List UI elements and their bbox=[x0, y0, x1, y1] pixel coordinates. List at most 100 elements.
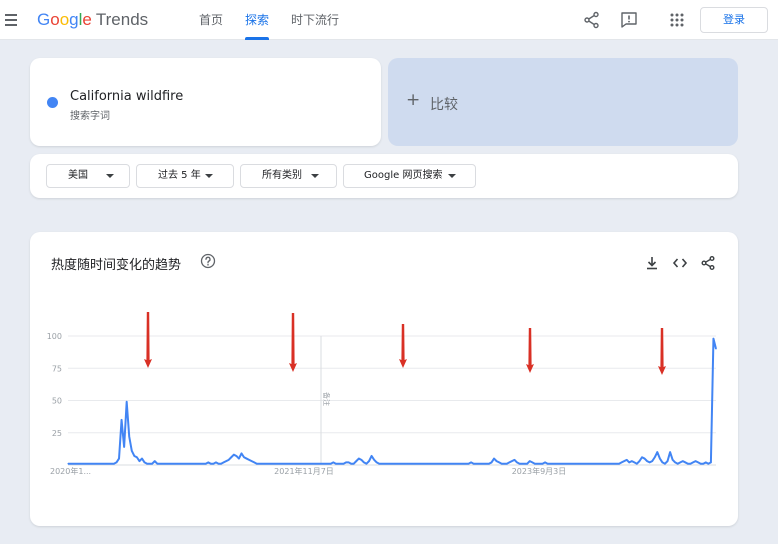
data-point bbox=[631, 460, 633, 462]
data-point bbox=[131, 450, 133, 452]
data-point bbox=[92, 463, 95, 465]
data-point bbox=[337, 463, 340, 465]
data-point bbox=[439, 463, 442, 465]
data-point bbox=[281, 463, 283, 465]
data-point bbox=[424, 463, 426, 465]
data-point bbox=[643, 457, 646, 460]
data-point bbox=[623, 460, 625, 462]
data-point bbox=[506, 463, 508, 465]
data-point bbox=[529, 460, 531, 462]
data-point bbox=[118, 457, 120, 460]
data-point bbox=[166, 463, 169, 465]
red-arrow-annotation bbox=[144, 312, 152, 368]
data-point bbox=[327, 463, 329, 465]
data-point bbox=[238, 457, 240, 460]
data-point bbox=[87, 463, 90, 465]
data-point bbox=[376, 461, 378, 464]
data-point bbox=[422, 463, 424, 465]
data-point bbox=[580, 463, 582, 465]
data-point bbox=[217, 463, 220, 465]
data-point bbox=[411, 463, 414, 465]
data-point bbox=[585, 463, 587, 465]
data-point bbox=[75, 463, 77, 465]
data-point bbox=[205, 463, 207, 465]
y-tick-label: 100 bbox=[47, 332, 62, 341]
red-arrow-annotation bbox=[289, 313, 297, 372]
data-point bbox=[661, 461, 664, 464]
data-point bbox=[386, 463, 388, 465]
data-point bbox=[340, 463, 342, 465]
data-point bbox=[245, 457, 248, 460]
data-point bbox=[289, 463, 291, 465]
data-point bbox=[694, 460, 697, 462]
data-point bbox=[149, 463, 151, 465]
data-point bbox=[554, 463, 556, 465]
data-point bbox=[169, 463, 171, 465]
data-point bbox=[312, 463, 314, 465]
data-point bbox=[572, 463, 574, 465]
data-point bbox=[322, 463, 324, 465]
data-point bbox=[562, 463, 564, 465]
data-point bbox=[539, 463, 541, 465]
data-point bbox=[429, 463, 431, 465]
data-point bbox=[633, 461, 635, 464]
data-point bbox=[393, 463, 396, 465]
data-point bbox=[666, 460, 669, 462]
data-point bbox=[138, 460, 141, 462]
data-point bbox=[225, 460, 227, 462]
data-point bbox=[513, 459, 516, 461]
data-point bbox=[309, 463, 311, 465]
data-point bbox=[434, 463, 436, 465]
data-point bbox=[416, 463, 419, 465]
y-tick-label: 50 bbox=[52, 397, 62, 406]
data-point bbox=[268, 463, 271, 465]
data-point bbox=[391, 463, 393, 465]
data-point bbox=[475, 463, 477, 465]
data-point bbox=[656, 451, 658, 453]
data-point bbox=[363, 461, 365, 464]
data-point bbox=[480, 463, 482, 465]
data-point bbox=[700, 463, 702, 465]
data-point bbox=[470, 461, 472, 464]
data-point bbox=[210, 463, 212, 465]
data-point bbox=[200, 463, 202, 465]
data-point bbox=[710, 461, 712, 464]
data-point bbox=[396, 463, 398, 465]
data-point bbox=[368, 460, 370, 462]
data-point bbox=[360, 459, 362, 461]
data-point bbox=[284, 463, 286, 465]
data-point bbox=[95, 463, 97, 465]
data-point bbox=[697, 461, 699, 464]
data-point bbox=[444, 463, 447, 465]
data-point bbox=[552, 463, 554, 465]
data-point bbox=[251, 460, 253, 462]
data-point bbox=[399, 463, 401, 465]
data-point bbox=[621, 461, 623, 464]
data-point bbox=[381, 463, 383, 465]
data-point bbox=[511, 460, 513, 462]
data-point bbox=[715, 348, 717, 350]
data-point bbox=[365, 463, 368, 465]
data-point bbox=[317, 463, 319, 465]
data-point bbox=[123, 446, 125, 448]
red-arrow-annotation bbox=[399, 324, 407, 368]
data-point bbox=[626, 459, 628, 461]
data-point bbox=[120, 419, 123, 421]
data-point bbox=[105, 463, 107, 465]
data-point bbox=[409, 463, 411, 465]
data-point bbox=[592, 463, 595, 465]
data-point bbox=[266, 463, 268, 465]
data-point bbox=[590, 463, 592, 465]
data-point bbox=[712, 337, 715, 340]
data-point bbox=[172, 463, 174, 465]
data-point bbox=[524, 463, 526, 465]
data-point bbox=[450, 463, 452, 465]
data-point bbox=[240, 452, 243, 454]
data-point bbox=[342, 463, 345, 465]
data-point bbox=[243, 456, 245, 458]
data-point bbox=[575, 463, 577, 465]
data-point bbox=[258, 463, 260, 465]
data-point bbox=[302, 463, 304, 465]
data-point bbox=[304, 463, 306, 465]
data-point bbox=[154, 460, 156, 462]
